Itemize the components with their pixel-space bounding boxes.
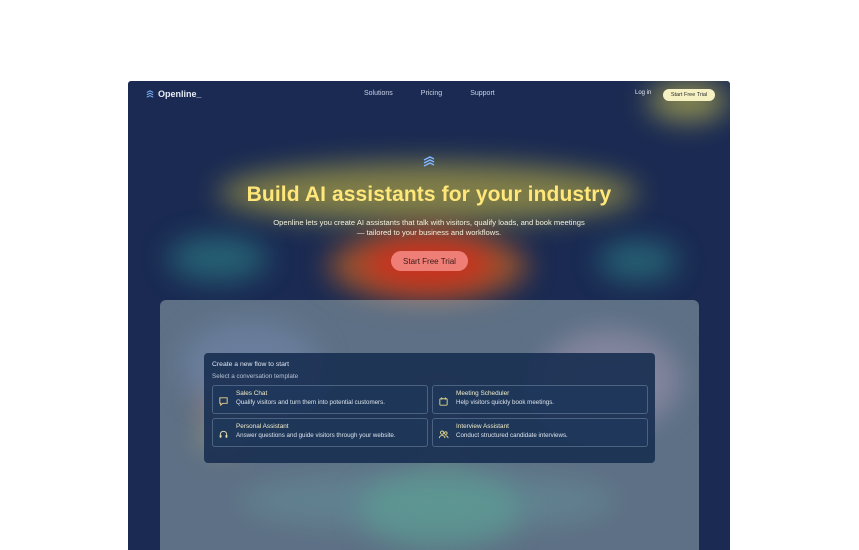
panel-title: Create a new flow to start [212, 361, 290, 368]
hero-subtitle-line-1: Openline lets you create AI assistants t… [273, 218, 585, 227]
panel-subtitle: Select a conversation template [212, 373, 299, 380]
template-description: Help visitors quickly book meetings. [456, 399, 555, 406]
chat-icon [219, 397, 228, 407]
brand-logo[interactable]: Openline_ [146, 89, 202, 99]
nav-link-pricing[interactable]: Pricing [421, 90, 442, 97]
hero-subtitle: Openline lets you create AI assistants t… [254, 218, 604, 237]
template-title: Meeting Scheduler [456, 390, 510, 397]
top-nav: Openline_ Solutions Pricing Support Log … [128, 81, 730, 109]
template-title: Interview Assistant [456, 423, 509, 430]
template-grid: Sales Chat Qualify visitors and turn the… [212, 385, 648, 447]
openline-logo-icon [146, 90, 154, 98]
nav-start-trial-button[interactable]: Start Free Trial [663, 89, 715, 101]
calendar-icon [439, 397, 448, 406]
app-frame: Openline_ Solutions Pricing Support Log … [128, 81, 730, 550]
nav-link-solutions[interactable]: Solutions [364, 90, 393, 97]
nav-links: Solutions Pricing Support [364, 90, 495, 97]
template-panel: Create a new flow to start Select a conv… [204, 353, 655, 463]
hero-start-trial-button[interactable]: Start Free Trial [391, 251, 468, 271]
nav-link-support[interactable]: Support [470, 90, 495, 97]
login-link[interactable]: Log in [635, 90, 651, 96]
headset-icon [219, 430, 228, 438]
template-description: Qualify visitors and turn them into pote… [236, 399, 385, 406]
template-title: Sales Chat [236, 390, 268, 397]
template-card-sales-chat[interactable]: Sales Chat Qualify visitors and turn the… [212, 385, 428, 414]
users-icon [438, 430, 449, 439]
hero-title: Build AI assistants for your industry [246, 183, 612, 206]
template-description: Answer questions and guide visitors thro… [236, 432, 396, 439]
template-title: Personal Assistant [236, 423, 289, 430]
hero-logo-icon [423, 156, 435, 167]
template-card-personal-assistant[interactable]: Personal Assistant Answer questions and … [212, 418, 428, 447]
hero-subtitle-line-2: — tailored to your business and workflow… [356, 227, 502, 237]
brand-name: Openline_ [158, 89, 202, 99]
template-card-interview-assistant[interactable]: Interview Assistant Conduct structured c… [432, 418, 648, 447]
template-card-meeting-scheduler[interactable]: Meeting Scheduler Help visitors quickly … [432, 385, 648, 414]
template-description: Conduct structured candidate interviews. [456, 432, 568, 439]
